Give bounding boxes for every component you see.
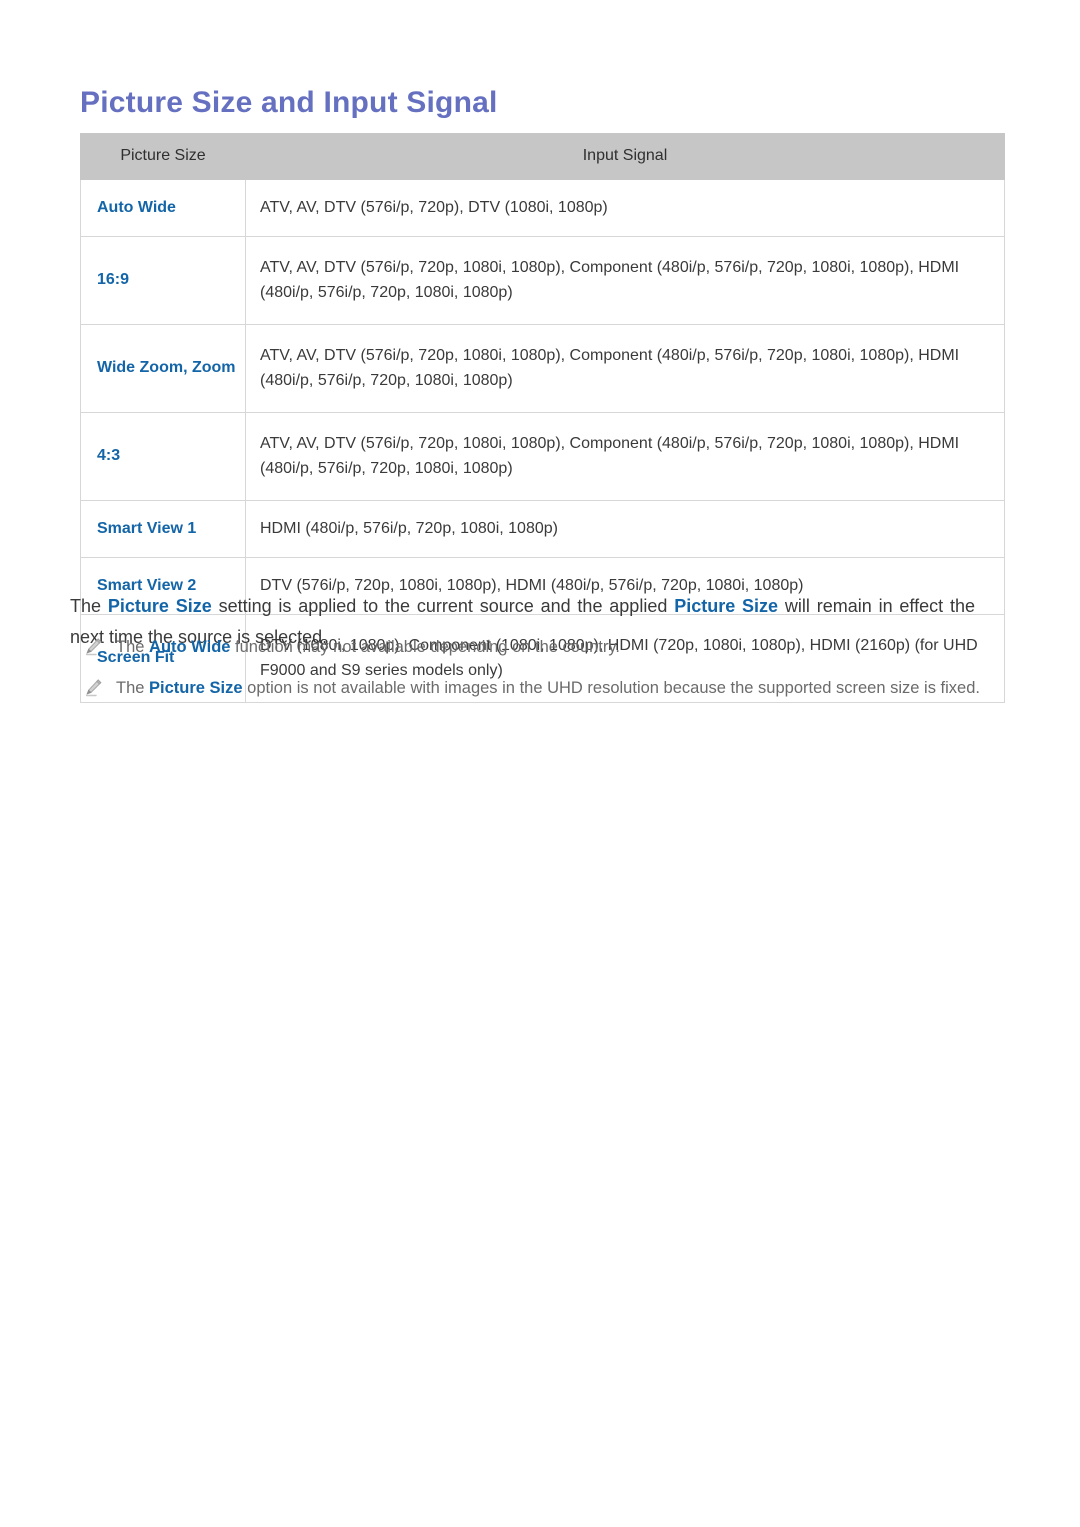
note-text-part-1: The xyxy=(116,678,150,697)
note-text-part-2: option is not available with images in t… xyxy=(242,678,980,697)
paragraph-text-part-2: setting is applied to the current source… xyxy=(211,596,675,616)
table-row: Smart View 1 HDMI (480i/p, 576i/p, 720p,… xyxy=(80,499,1005,558)
column-header-picture-size: Picture Size xyxy=(80,133,246,180)
cell-input-signal: ATV, AV, DTV (576i/p, 720p, 1080i, 1080p… xyxy=(245,235,1005,325)
note-text-part-2: function may not available depending on … xyxy=(230,638,620,656)
table-header-row: Picture Size Input Signal xyxy=(80,133,1005,180)
table-row: Auto Wide ATV, AV, DTV (576i/p, 720p), D… xyxy=(80,178,1005,237)
cell-picture-size: Wide Zoom, Zoom xyxy=(80,323,246,413)
note-link-picture-size: Picture Size xyxy=(149,678,243,697)
cell-picture-size: Smart View 1 xyxy=(80,499,246,558)
table-header: Picture Size Input Signal xyxy=(80,133,1005,180)
cell-input-signal: ATV, AV, DTV (576i/p, 720p, 1080i, 1080p… xyxy=(245,411,1005,501)
note-item: The Picture Size option is not available… xyxy=(70,675,1000,702)
paragraph-link-picture-size-2: Picture Size xyxy=(674,596,779,616)
column-header-input-signal: Input Signal xyxy=(245,133,1005,180)
table-row: 16:9 ATV, AV, DTV (576i/p, 720p, 1080i, … xyxy=(80,235,1005,325)
cell-input-signal: ATV, AV, DTV (576i/p, 720p), DTV (1080i,… xyxy=(245,178,1005,237)
note-link-auto-wide: Auto Wide xyxy=(149,638,231,656)
cell-picture-size: Auto Wide xyxy=(80,178,246,237)
cell-picture-size: 4:3 xyxy=(80,411,246,501)
paragraph-link-picture-size-1: Picture Size xyxy=(107,596,212,616)
note-item: The Auto Wide function may not available… xyxy=(70,634,1000,661)
pencil-icon xyxy=(82,677,104,699)
cell-input-signal: HDMI (480i/p, 576i/p, 720p, 1080i, 1080p… xyxy=(245,499,1005,558)
cell-picture-size: 16:9 xyxy=(80,235,246,325)
page-title: Picture Size and Input Signal xyxy=(80,86,498,120)
table-row: Wide Zoom, Zoom ATV, AV, DTV (576i/p, 72… xyxy=(80,323,1005,413)
notes-list: The Auto Wide function may not available… xyxy=(70,634,1000,715)
table-row: 4:3 ATV, AV, DTV (576i/p, 720p, 1080i, 1… xyxy=(80,411,1005,501)
note-text-part-1: The xyxy=(116,638,150,656)
cell-input-signal: ATV, AV, DTV (576i/p, 720p, 1080i, 1080p… xyxy=(245,323,1005,413)
pencil-icon xyxy=(82,636,104,658)
document-page: Picture Size and Input Signal Picture Si… xyxy=(0,0,1080,1527)
paragraph-text-part-1: The xyxy=(70,596,108,616)
